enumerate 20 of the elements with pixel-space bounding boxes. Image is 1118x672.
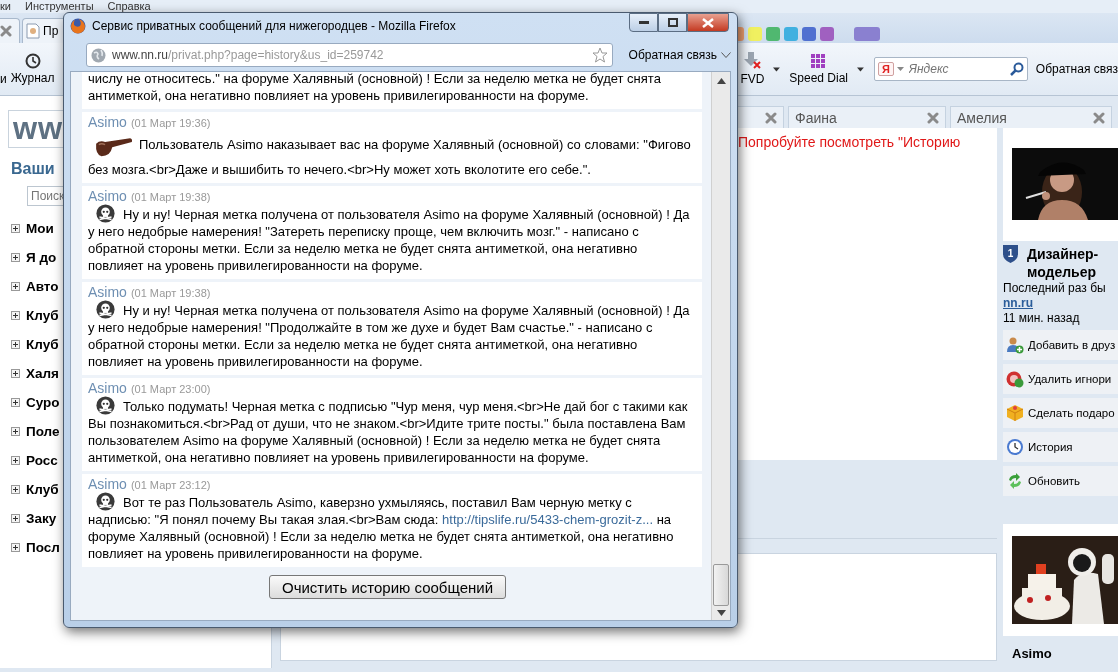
message-date: (01 Март 23:12): [130, 479, 211, 491]
message-text: числу не относитесь." на форуме Халявный (основной) ! Если за неделю метка не будет снята антиметкой, она негативно повлияет на уровень привилегированности на форуме.: [88, 72, 661, 103]
message-text: Ну и ну! Черная метка получена от пользователя Asimo на форуме Халявный (основной) ! Да у него недобрые намерения! "Продолжайте в том же духе и будет Вам счастье." - написано с обратной стороны метки. Если за неделю метка не будет снята антиметкой, она негативно повлияет на уровень привилегированности на форуме.: [88, 303, 690, 369]
message-date: (01 Март 19:38): [130, 287, 211, 299]
message-date: (01 Март 23:00): [130, 383, 211, 395]
message-date: (01 Март 19:36): [130, 117, 211, 129]
notice-text: Попробуйте посмотреть "Историю: [738, 134, 962, 150]
message-text: Вот те раз Пользователь Asimo, каверзно ухмыляясь, поставил Вам черную метку с надписью: "Я понял почему Вы такая злая.<br>Вам сюда: http://tipslife.ru/5433-chem-grozit-z... на форуме Халявный (основной) ! Если за неделю метка не будет снята антиметкой, она негативно повлияет на уровень привилегированности на форуме.: [88, 495, 674, 561]
message-text: Только подумать! Черная метка с подписью "Чур меня, чур меня.<br>Не дай бог с такими как Вы познакомиться.<br>Рад от души, что не знаком.<br>Идите трите посты." была поставлена Вам пользователем Asimo на форуме Халявный (основной) ! Если за неделю метка не будет снята антиметкой, она негативно повлияет на уровень привилегированности на форуме.: [88, 399, 688, 465]
profile-title: Дизайнер-модельер: [1027, 245, 1100, 281]
sidebar-heading: Ваши: [11, 160, 55, 178]
last-seen-time: 11 мин. назад: [1003, 311, 1081, 326]
window-title: Сервис приватных сообщений для нижегородцев - Mozilla Firefox: [92, 19, 456, 33]
author-name: Asimo: [1012, 646, 1053, 661]
message-date: (01 Март 19:38): [130, 191, 211, 203]
toolbar-label: и: [0, 72, 8, 86]
rank-badge: 1: [1003, 245, 1021, 265]
last-seen-text: Последний раз бы: [1003, 281, 1107, 296]
message-text: Ну и ну! Черная метка получена от пользователя Asimo на форуме Халявный (основной) ! Да у него недобрые намерения! "Затереть переписку проще, чем включить мозг." - написано с обратной стороны метки. Если за неделю метка не будет снята антиметкой, она негативно повлияет на уровень привилегированности на форуме.: [88, 207, 690, 273]
message-text: Пользователь Asimo наказывает вас на форуме Халявный (основной) со словами: "Фигово без мозга.<br>Даже и вышибить то нечего.<br>Ну может хоть вколотите его себе.".: [88, 136, 691, 177]
